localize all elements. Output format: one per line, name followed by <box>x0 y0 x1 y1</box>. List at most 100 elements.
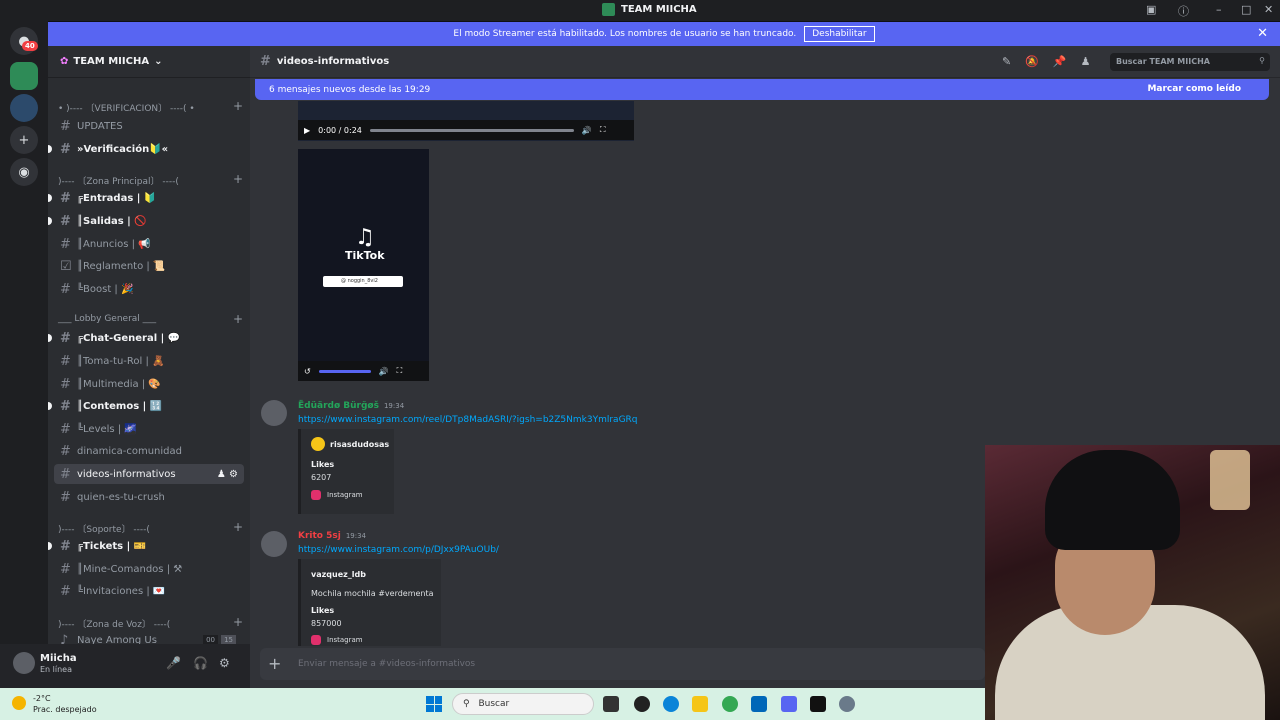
channel-entradas[interactable]: # ╔Entradas | 🔰 <box>48 188 244 208</box>
discover-icon[interactable]: ◉ <box>10 158 38 186</box>
add-channel-icon[interactable]: + <box>233 520 243 534</box>
channel-salidas[interactable]: # ║Salidas | 🚫 <box>48 211 244 231</box>
server-rail: ● 40 + ◉ <box>0 21 48 688</box>
lamp <box>1210 450 1250 510</box>
hash-icon: # <box>60 330 71 346</box>
maximize-icon[interactable]: □ <box>1241 3 1251 16</box>
channel-levels[interactable]: # ╚Levels | 🌌 <box>54 419 244 439</box>
fullscreen-icon[interactable]: ⛶ <box>397 366 403 376</box>
channel-quien-es-tu-crush[interactable]: # quien-es-tu-crush <box>54 487 244 507</box>
notifications-icon[interactable]: 🔕 <box>1025 55 1039 68</box>
microphone-icon[interactable]: 🎤 <box>166 656 181 670</box>
server-icon[interactable] <box>10 94 38 122</box>
channel-verificacion[interactable]: # »Verificación🔰« <box>48 139 244 159</box>
inbox-icon[interactable]: ▣ <box>1146 3 1156 16</box>
hash-icon: # <box>60 538 71 554</box>
avatar[interactable] <box>261 400 287 426</box>
add-channel-icon[interactable]: + <box>233 99 243 113</box>
add-channel-icon[interactable]: + <box>233 312 243 326</box>
add-attachment-icon[interactable]: + <box>268 654 281 673</box>
message-link[interactable]: https://www.instagram.com/p/DJxx9PAuOUb/ <box>298 545 499 555</box>
hash-icon: # <box>60 118 71 134</box>
edge-icon[interactable] <box>663 696 679 712</box>
boost-icon: ✿ <box>60 56 69 67</box>
play-icon[interactable]: ▶ <box>304 126 310 135</box>
weather-widget[interactable]: -2°C Prac. despejado <box>33 693 97 715</box>
pin-icon[interactable]: 📌 <box>1053 55 1067 68</box>
avatar[interactable] <box>261 531 287 557</box>
chrome-icon[interactable] <box>722 696 738 712</box>
add-channel-icon[interactable]: + <box>233 615 243 629</box>
replay-icon[interactable]: ↺ <box>304 367 311 376</box>
minimize-icon[interactable]: – <box>1216 3 1222 16</box>
channel-anuncios[interactable]: # ║Anuncios | 📢 <box>54 234 244 254</box>
volume-icon[interactable]: 🔊 <box>379 367 389 376</box>
volume-icon[interactable]: 🔊 <box>582 126 592 135</box>
instagram-icon <box>311 490 321 500</box>
disable-streamer-button[interactable]: Deshabilitar <box>804 26 875 42</box>
channel-sidebar: ✿ TEAM MIICHA ⌄ ♟ • )---- 〔VERIFICACION〕… <box>48 46 250 644</box>
category-zona-de-voz[interactable]: )---- 〔Zona de Voz〕 ----(+ <box>58 615 243 630</box>
channel-videos-informativos[interactable]: # videos-informativos ♟ ⚙ <box>54 464 244 484</box>
category-zona-principal[interactable]: )---- 〔Zona Principal〕 ----(+ <box>58 172 243 187</box>
message-author[interactable]: Ëdüärdø Bürğøš 19:34 <box>298 401 404 411</box>
channel-mine-comandos[interactable]: # ║Mine-Comandos | ⚒ <box>54 559 244 579</box>
channel-tickets[interactable]: # ╔Tickets | 🎫 <box>48 536 244 556</box>
voice-channel-naye-among-us[interactable]: ♪ Naye Among Us 00 15 <box>54 630 244 644</box>
close-window-icon[interactable]: ✕ <box>1264 3 1273 16</box>
category-lobby-general[interactable]: ___ Lobby General ___ + <box>58 312 243 326</box>
channel-boost[interactable]: # ╚Boost | 🎉 <box>54 279 244 299</box>
message-link[interactable]: https://www.instagram.com/reel/DTp8MadAS… <box>298 415 638 425</box>
channel-multimedia[interactable]: # ║Multimedia | 🎨 <box>54 374 244 394</box>
channel-updates[interactable]: # UPDATES <box>54 116 244 136</box>
channel-toma-tu-rol[interactable]: # ║Toma-tu-Rol | 🧸 <box>54 351 244 371</box>
hash-icon: # <box>60 190 71 206</box>
channel-dinamica-comunidad[interactable]: # dinamica-comunidad <box>54 441 244 461</box>
server-team-miicha[interactable] <box>10 62 38 90</box>
add-server-icon[interactable]: + <box>10 126 38 154</box>
mark-as-read-button[interactable]: Marcar como leído <box>1147 84 1241 94</box>
add-channel-icon[interactable]: + <box>233 172 243 186</box>
discord-icon[interactable] <box>781 696 797 712</box>
channel-invitaciones[interactable]: # ╚Invitaciones | 💌 <box>54 581 244 601</box>
help-icon[interactable]: ⓘ <box>1178 3 1189 19</box>
headphones-icon[interactable]: 🎧 <box>193 656 208 670</box>
fullscreen-icon[interactable]: ⛶ <box>600 125 606 135</box>
members-icon[interactable]: ♟ <box>1081 55 1091 68</box>
tiktok-video[interactable]: ♫ TikTok @ noggin_8vi2 <box>298 149 429 381</box>
embed-account[interactable]: vazquez_ldb <box>311 570 366 579</box>
webcam-overlay <box>985 445 1280 720</box>
channel-chat-general[interactable]: # ╔Chat-General | 💬 <box>48 328 244 348</box>
settings-icon[interactable]: ⚙ <box>219 656 230 670</box>
start-button[interactable] <box>426 696 442 712</box>
new-messages-bar[interactable]: 6 mensajes nuevos desde las 19:29 Marcar… <box>255 79 1269 100</box>
channel-reglamento[interactable]: ☑ ║Reglamento | 📜 <box>54 256 244 276</box>
tiktok-progress[interactable] <box>318 369 371 373</box>
epic-games-icon[interactable] <box>810 696 826 712</box>
instagram-embed: risasdudosas Likes 6207 Instagram <box>298 429 394 514</box>
store-icon[interactable] <box>751 696 767 712</box>
taskbar-search[interactable]: ⚲ Buscar <box>452 693 594 715</box>
avatar[interactable] <box>13 652 35 674</box>
video-progress[interactable] <box>369 128 574 132</box>
channel-contemos[interactable]: # ║Contemos | 🔢 <box>48 396 244 416</box>
threads-icon[interactable]: ✎ <box>1002 55 1011 68</box>
message-author[interactable]: Krito 5sj 19:34 <box>298 531 366 541</box>
task-view-icon[interactable] <box>603 696 619 712</box>
category-verificacion[interactable]: • )---- 〔VERIFICACION〕 ----( • + <box>58 99 243 114</box>
close-icon[interactable]: ✕ <box>1257 26 1268 41</box>
embed-account[interactable]: risasdudosas <box>330 440 389 449</box>
file-explorer-icon[interactable] <box>692 696 708 712</box>
category-soporte[interactable]: )---- 〔Soporte〕 ----(+ <box>58 520 243 535</box>
search-input[interactable]: Buscar TEAM MIICHA ⚲ <box>1110 53 1270 71</box>
person-beanie <box>1045 450 1180 550</box>
message-input[interactable]: + Enviar mensaje a #videos-informativos <box>260 648 985 680</box>
weather-icon[interactable] <box>12 696 26 710</box>
settings-icon[interactable] <box>839 696 855 712</box>
video-controls: ▶ 0:00 / 0:24 🔊 ⛶ <box>298 120 634 140</box>
server-header[interactable]: ✿ TEAM MIICHA ⌄ ♟ <box>48 46 250 78</box>
instagram-embed: vazquez_ldb Mochila mochila #verdementa … <box>298 559 441 646</box>
speaker-icon: ♪ <box>60 632 69 645</box>
settings-icon[interactable]: ♟ ⚙ <box>217 469 238 480</box>
obs-icon[interactable] <box>634 696 650 712</box>
